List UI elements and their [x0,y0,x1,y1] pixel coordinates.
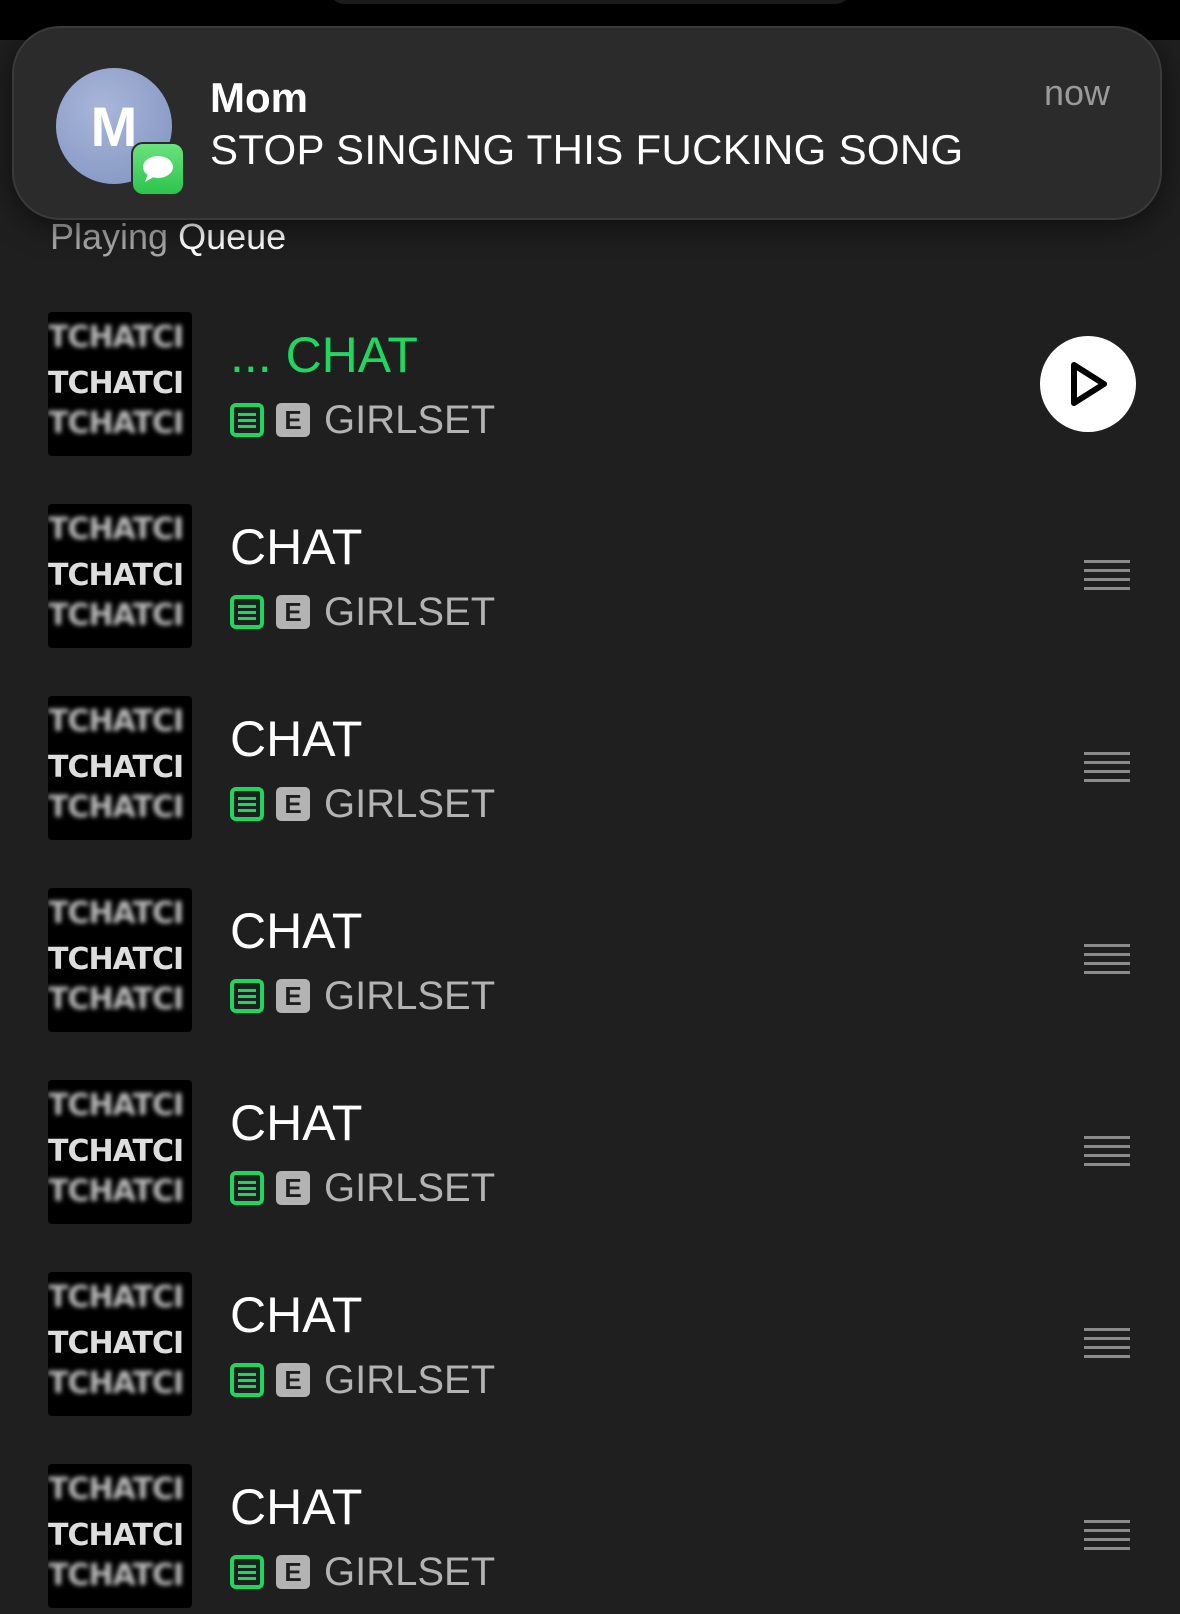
queue-row[interactable]: TCHATCI TCHATCI TCHATCI CHAT E GIRLSET [0,696,1180,846]
queue-row[interactable]: TCHATCI TCHATCI TCHATCI CHAT E GIRLSET [0,1080,1180,1230]
notification-message: STOP SINGING THIS FUCKING SONG [210,126,964,173]
downloaded-icon [230,595,264,629]
explicit-badge: E [276,403,310,437]
explicit-badge: E [276,1555,310,1589]
drag-handle-icon[interactable] [1084,1136,1130,1166]
track-meta: E GIRLSET [230,398,495,442]
track-artist: GIRLSET [324,781,496,826]
downloaded-icon [230,979,264,1013]
track-meta: E GIRLSET [230,782,495,826]
queue-row[interactable]: TCHATCI TCHATCI TCHATCI CHAT E GIRLSET [0,888,1180,1038]
track-artist: GIRLSET [324,973,496,1018]
track-meta: E GIRLSET [230,1550,495,1594]
album-art: TCHATCI TCHATCI TCHATCI [48,1080,192,1224]
album-art: TCHATCI TCHATCI TCHATCI [48,504,192,648]
track-artist: GIRLSET [324,589,496,634]
album-art: TCHATCI TCHATCI TCHATCI [48,1464,192,1608]
track-title: CHAT [230,903,363,959]
album-art: TCHATCI TCHATCI TCHATCI [48,312,192,456]
explicit-badge: E [276,1363,310,1397]
avatar-initial: M [90,94,138,158]
track-title: CHAT [230,1095,363,1151]
track-meta: E GIRLSET [230,974,495,1018]
album-art: TCHATCI TCHATCI TCHATCI [48,888,192,1032]
track-title: CHAT [230,519,363,575]
downloaded-icon [230,1363,264,1397]
drag-handle-icon[interactable] [1084,1328,1130,1358]
album-art: TCHATCI TCHATCI TCHATCI [48,1272,192,1416]
queue-row[interactable]: TCHATCI TCHATCI TCHATCI ... CHAT E GIRLS… [0,312,1180,462]
track-artist: GIRLSET [324,1165,496,1210]
downloaded-icon [230,403,264,437]
track-meta: E GIRLSET [230,1166,495,1210]
drag-handle-icon[interactable] [1084,1520,1130,1550]
track-title: CHAT [230,1479,363,1535]
downloaded-icon [230,1555,264,1589]
queue-row[interactable]: TCHATCI TCHATCI TCHATCI CHAT E GIRLSET [0,1464,1180,1614]
play-icon [1071,362,1107,406]
drag-handle-icon[interactable] [1084,944,1130,974]
queue-header: Playing Queue [50,216,286,258]
dynamic-island [330,0,850,4]
explicit-badge: E [276,595,310,629]
track-artist: GIRLSET [324,397,496,442]
drag-handle-icon[interactable] [1084,752,1130,782]
queue-row[interactable]: TCHATCI TCHATCI TCHATCI CHAT E GIRLSET [0,504,1180,654]
track-artist: GIRLSET [324,1357,496,1402]
explicit-badge: E [276,787,310,821]
notification-time: now [1043,72,1110,113]
track-artist: GIRLSET [324,1549,496,1594]
track-meta: E GIRLSET [230,1358,495,1402]
queue-label: Queue [178,216,287,257]
notification-sender: Mom [210,74,308,121]
downloaded-icon [230,1171,264,1205]
explicit-badge: E [276,1171,310,1205]
track-title: CHAT [230,711,363,767]
messages-icon [131,142,185,196]
playing-label: Playing [50,216,169,257]
message-notification[interactable]: M Mom STOP SINGING THIS FUCKING SONG now [12,26,1162,220]
album-art: TCHATCI TCHATCI TCHATCI [48,696,192,840]
track-title: CHAT [230,1287,363,1343]
play-button[interactable] [1040,336,1136,432]
track-meta: E GIRLSET [230,590,495,634]
explicit-badge: E [276,979,310,1013]
drag-handle-icon[interactable] [1084,560,1130,590]
downloaded-icon [230,787,264,821]
queue-row[interactable]: TCHATCI TCHATCI TCHATCI CHAT E GIRLSET [0,1272,1180,1422]
track-title: ... CHAT [230,327,418,383]
